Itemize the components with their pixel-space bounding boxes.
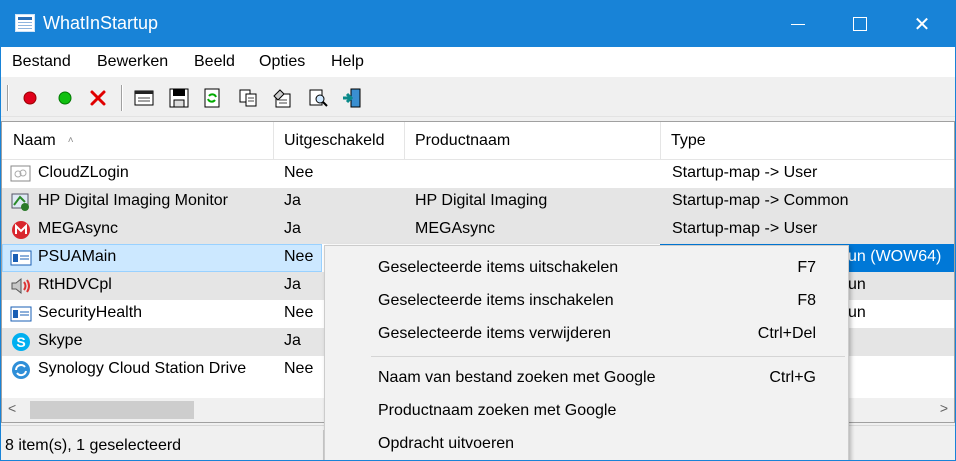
save-floppy-icon: [169, 88, 189, 108]
properties-button[interactable]: [133, 87, 155, 109]
table-row[interactable]: MEGAsync Ja MEGAsync Startup-map -> User: [2, 216, 954, 244]
menu-separator: [371, 356, 845, 357]
refresh-icon: [204, 88, 220, 108]
refresh-button[interactable]: [201, 87, 223, 109]
menu-beeld[interactable]: Beeld: [194, 53, 235, 71]
close-icon: ✕: [913, 13, 931, 36]
menu-bestand[interactable]: Bestand: [12, 53, 71, 71]
column-header-uitgeschakeld[interactable]: Uitgeschakeld: [274, 122, 405, 160]
synology-icon: [12, 361, 30, 379]
menu-bewerken[interactable]: Bewerken: [97, 53, 168, 71]
hp-imaging-icon: [11, 193, 29, 211]
enable-button[interactable]: [54, 87, 76, 109]
minimize-button[interactable]: [767, 1, 829, 47]
close-button[interactable]: ✕: [891, 1, 953, 47]
column-header-naam[interactable]: Naam ˄: [2, 122, 274, 160]
window-title: WhatInStartup: [43, 13, 159, 33]
minimize-icon: [791, 23, 805, 25]
delete-button[interactable]: [87, 87, 109, 109]
menu-item-enable-selected[interactable]: Geselecteerde items inschakelen F8: [325, 284, 848, 317]
menu-item-delete-selected[interactable]: Geselecteerde items verwijderen Ctrl+Del: [325, 317, 848, 350]
options-icon: [273, 89, 291, 108]
menu-item-google-filename[interactable]: Naam van bestand zoeken met Google Ctrl+…: [325, 361, 848, 394]
list-header: Naam ˄ Uitgeschakeld Productnaam Type: [2, 122, 954, 160]
app-icon: [15, 14, 35, 32]
toolbar-separator: [7, 85, 9, 111]
exit-button[interactable]: [341, 87, 363, 109]
delete-red-x-icon: [90, 90, 106, 106]
window-app-icon: [10, 250, 32, 266]
maximize-icon: [853, 17, 867, 31]
toolbar: [1, 79, 955, 117]
scroll-left-arrow-icon[interactable]: <: [8, 400, 16, 416]
menu-opties[interactable]: Opties: [259, 53, 305, 71]
toolbar-separator: [121, 85, 123, 111]
mega-icon: [12, 221, 30, 239]
skype-icon: S: [12, 333, 30, 351]
exit-icon: [343, 88, 361, 108]
enable-green-dot-icon: [58, 91, 72, 105]
menu-item-disable-selected[interactable]: Geselecteerde items uitschakelen F7: [325, 251, 848, 284]
menu-bar: Bestand Bewerken Beeld Opties Help: [1, 47, 955, 77]
disable-red-dot-icon: [23, 91, 37, 105]
security-health-icon: [10, 306, 32, 322]
column-header-productnaam[interactable]: Productnaam: [405, 122, 661, 160]
context-menu: Geselecteerde items uitschakelen F7 Gese…: [324, 245, 849, 460]
title-bar[interactable]: WhatInStartup ✕: [1, 1, 955, 47]
menu-help[interactable]: Help: [331, 53, 364, 71]
column-header-type[interactable]: Type: [661, 122, 954, 160]
table-row[interactable]: HP Digital Imaging Monitor Ja HP Digital…: [2, 188, 954, 216]
table-row[interactable]: CloudZLogin Nee Startup-map -> User: [2, 160, 954, 188]
svg-text:S: S: [16, 334, 25, 350]
sort-ascending-icon: ˄: [67, 135, 74, 146]
find-icon: [309, 89, 328, 107]
app-window: WhatInStartup ✕ Bestand Bewerken Beeld O…: [0, 0, 956, 461]
copy-icon: [239, 89, 257, 107]
save-button[interactable]: [168, 87, 190, 109]
options-button[interactable]: [271, 87, 293, 109]
menu-item-google-productname[interactable]: Productnaam zoeken met Google: [325, 394, 848, 427]
find-button[interactable]: [307, 87, 329, 109]
scroll-right-arrow-icon[interactable]: >: [940, 400, 948, 416]
maximize-button[interactable]: [829, 1, 891, 47]
speaker-icon: [11, 277, 30, 295]
generic-app-icon: [10, 165, 31, 182]
properties-window-icon: [134, 90, 154, 106]
status-text: 8 item(s), 1 geselecteerd: [5, 437, 182, 454]
disable-button[interactable]: [19, 87, 41, 109]
copy-button[interactable]: [237, 87, 259, 109]
menu-item-run-command[interactable]: Opdracht uitvoeren: [325, 427, 848, 460]
scrollbar-thumb[interactable]: [30, 401, 194, 419]
